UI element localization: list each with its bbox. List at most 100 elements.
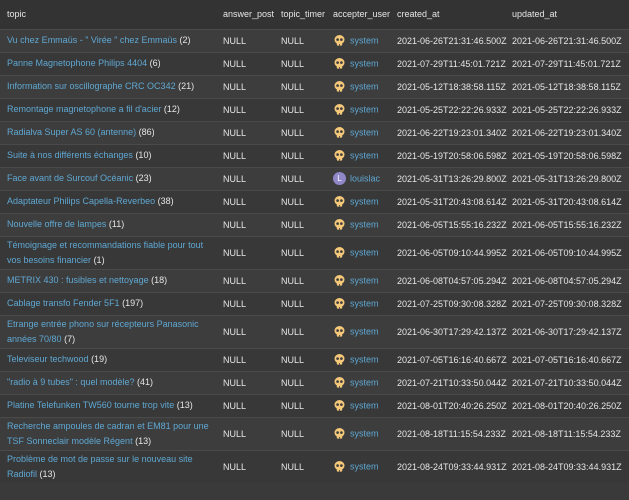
user-link[interactable]: system	[350, 248, 379, 258]
accepter-user-cell: system	[326, 98, 390, 121]
created-at-cell: 2021-07-25T09:30:08.328Z	[397, 298, 507, 309]
topic-link[interactable]: Témoignage et recommandations fiable pou…	[7, 240, 203, 265]
answer-post-cell: NULL	[223, 298, 247, 309]
user-link[interactable]: system	[350, 197, 379, 207]
topic-cell: Panne Magnetophone Philips 4404 (6)	[0, 52, 216, 75]
user-link[interactable]: system	[350, 82, 379, 92]
updated-at-cell: 2021-06-05T15:55:16.232Z	[512, 219, 622, 230]
topic-cell: Témoignage et recommandations fiable pou…	[0, 236, 216, 269]
answer-post-cell: NULL	[223, 275, 247, 286]
user-link[interactable]: system	[350, 276, 379, 286]
updated-at-cell: 2021-05-31T20:43:08.614Z	[512, 196, 622, 207]
reply-count: (11)	[108, 219, 125, 229]
topic-cell: Platine Telefunken TW560 tourne trop vit…	[0, 394, 216, 417]
user-link[interactable]: system	[350, 299, 379, 309]
topic-link[interactable]: Face avant de Surcouf Océanic	[7, 173, 133, 183]
created-at-cell: 2021-06-30T17:29:42.137Z	[397, 326, 507, 337]
user-link[interactable]: system	[350, 128, 379, 138]
table-row: Suite à nos différents échanges (10) NUL…	[0, 144, 629, 167]
accepter-user-cell: system	[326, 450, 390, 483]
created-at-cell: 2021-08-01T20:40:26.250Z	[397, 400, 507, 411]
user-link[interactable]: system	[350, 429, 379, 439]
topic-link[interactable]: Suite à nos différents échanges	[7, 150, 133, 160]
topic-timer-cell: NULL	[281, 326, 305, 337]
skull-icon	[333, 57, 346, 70]
reply-count: (13)	[135, 435, 152, 446]
column-header-accepter-user[interactable]: accepter_user	[326, 0, 390, 29]
column-header-answer-post[interactable]: answer_post	[216, 0, 274, 29]
table-row: Radialva Super AS 60 (antenne) (86) NULL…	[0, 121, 629, 144]
topic-link[interactable]: Nouvelle offre de lampes	[7, 219, 106, 229]
topic-timer-cell: NULL	[281, 35, 305, 46]
created-at-cell: 2021-08-24T09:33:44.931Z	[397, 461, 507, 472]
user-link[interactable]: system	[350, 59, 379, 69]
topic-link[interactable]: Problème de mot de passe sur le nouveau …	[7, 454, 193, 479]
skull-icon	[333, 34, 346, 47]
table-row: Témoignage et recommandations fiable pou…	[0, 236, 629, 269]
topic-link[interactable]: Panne Magnetophone Philips 4404	[7, 58, 147, 68]
column-header-topic[interactable]: topic	[0, 0, 216, 29]
user-link[interactable]: system	[350, 462, 379, 472]
table-row: Problème de mot de passe sur le nouveau …	[0, 450, 629, 483]
column-header-created-at[interactable]: created_at	[390, 0, 505, 29]
user-link[interactable]: system	[350, 36, 379, 46]
skull-icon	[333, 376, 346, 389]
topic-link[interactable]: Information sur oscillographe CRC OC342	[7, 81, 176, 91]
topic-link[interactable]: Radialva Super AS 60 (antenne)	[7, 127, 136, 137]
user-link[interactable]: system	[350, 327, 379, 337]
updated-at-cell: 2021-07-29T11:45:01.721Z	[512, 58, 621, 69]
user-link[interactable]: system	[350, 220, 379, 230]
topic-link[interactable]: Recherche ampoules de cadran et EM81 pou…	[7, 421, 209, 446]
topic-cell: Etrange entrée phono sur récepteurs Pana…	[0, 315, 216, 348]
skull-icon	[333, 325, 346, 338]
topic-link[interactable]: Vu chez Emmaüs - " Virée " chez Emmaüs	[7, 35, 177, 45]
reply-count: (13)	[176, 400, 193, 410]
user-link[interactable]: louislac	[350, 174, 380, 184]
user-link[interactable]: system	[350, 105, 379, 115]
accepter-user-cell: system	[326, 190, 390, 213]
reply-count: (86)	[138, 127, 155, 137]
user-link[interactable]: system	[350, 378, 379, 388]
table-row: Televiseur techwood (19) NULL NULL syste…	[0, 348, 629, 371]
skull-icon	[333, 399, 346, 412]
accepter-user-cell: system	[326, 371, 390, 394]
skull-icon	[333, 149, 346, 162]
user-link[interactable]: system	[350, 401, 379, 411]
reply-count: (6)	[149, 58, 161, 68]
accepter-user-cell: system	[326, 315, 390, 348]
topic-cell: METRIX 430 : fusibles et nettoyage (18)	[0, 269, 216, 292]
topic-link[interactable]: METRIX 430 : fusibles et nettoyage	[7, 275, 149, 285]
reply-count: (10)	[135, 150, 152, 160]
updated-at-cell: 2021-06-22T19:23:01.340Z	[512, 127, 622, 138]
table-row: Information sur oscillographe CRC OC342 …	[0, 75, 629, 98]
topic-link[interactable]: Cablage transfo Fender 5F1	[7, 298, 120, 308]
topic-timer-cell: NULL	[281, 461, 305, 472]
accepter-user-cell: Llouislac	[326, 167, 390, 190]
topic-cell: Problème de mot de passe sur le nouveau …	[0, 450, 216, 483]
topic-link[interactable]: Etrange entrée phono sur récepteurs Pana…	[7, 319, 199, 344]
topic-timer-cell: NULL	[281, 377, 305, 388]
topic-timer-cell: NULL	[281, 104, 305, 115]
topic-link[interactable]: Platine Telefunken TW560 tourne trop vit…	[7, 400, 174, 410]
topic-cell: Nouvelle offre de lampes (11)	[0, 213, 216, 236]
topic-cell: Recherche ampoules de cadran et EM81 pou…	[0, 417, 216, 450]
skull-icon	[333, 460, 346, 473]
created-at-cell: 2021-06-22T19:23:01.340Z	[397, 127, 507, 138]
topic-link[interactable]: Remontage magnetophone a fil d'acier	[7, 104, 161, 114]
accepter-user-cell: system	[326, 144, 390, 167]
reply-count: (21)	[178, 81, 195, 91]
answer-post-cell: NULL	[223, 461, 247, 472]
column-header-topic-timer[interactable]: topic_timer	[274, 0, 326, 29]
updated-at-cell: 2021-07-21T10:33:50.044Z	[512, 377, 622, 388]
topic-timer-cell: NULL	[281, 275, 305, 286]
column-header-updated-at[interactable]: updated_at	[505, 0, 629, 29]
topic-link[interactable]: Adaptateur Philips Capella-Reverbeo	[7, 196, 155, 206]
user-link[interactable]: system	[350, 355, 379, 365]
topic-cell: Face avant de Surcouf Océanic (23)	[0, 167, 216, 190]
topic-link[interactable]: "radio à 9 tubes" : quel modèle?	[7, 377, 134, 387]
topic-cell: Suite à nos différents échanges (10)	[0, 144, 216, 167]
user-link[interactable]: system	[350, 151, 379, 161]
accepter-user-cell: system	[326, 75, 390, 98]
topic-cell: Adaptateur Philips Capella-Reverbeo (38)	[0, 190, 216, 213]
topic-link[interactable]: Televiseur techwood	[7, 354, 89, 364]
